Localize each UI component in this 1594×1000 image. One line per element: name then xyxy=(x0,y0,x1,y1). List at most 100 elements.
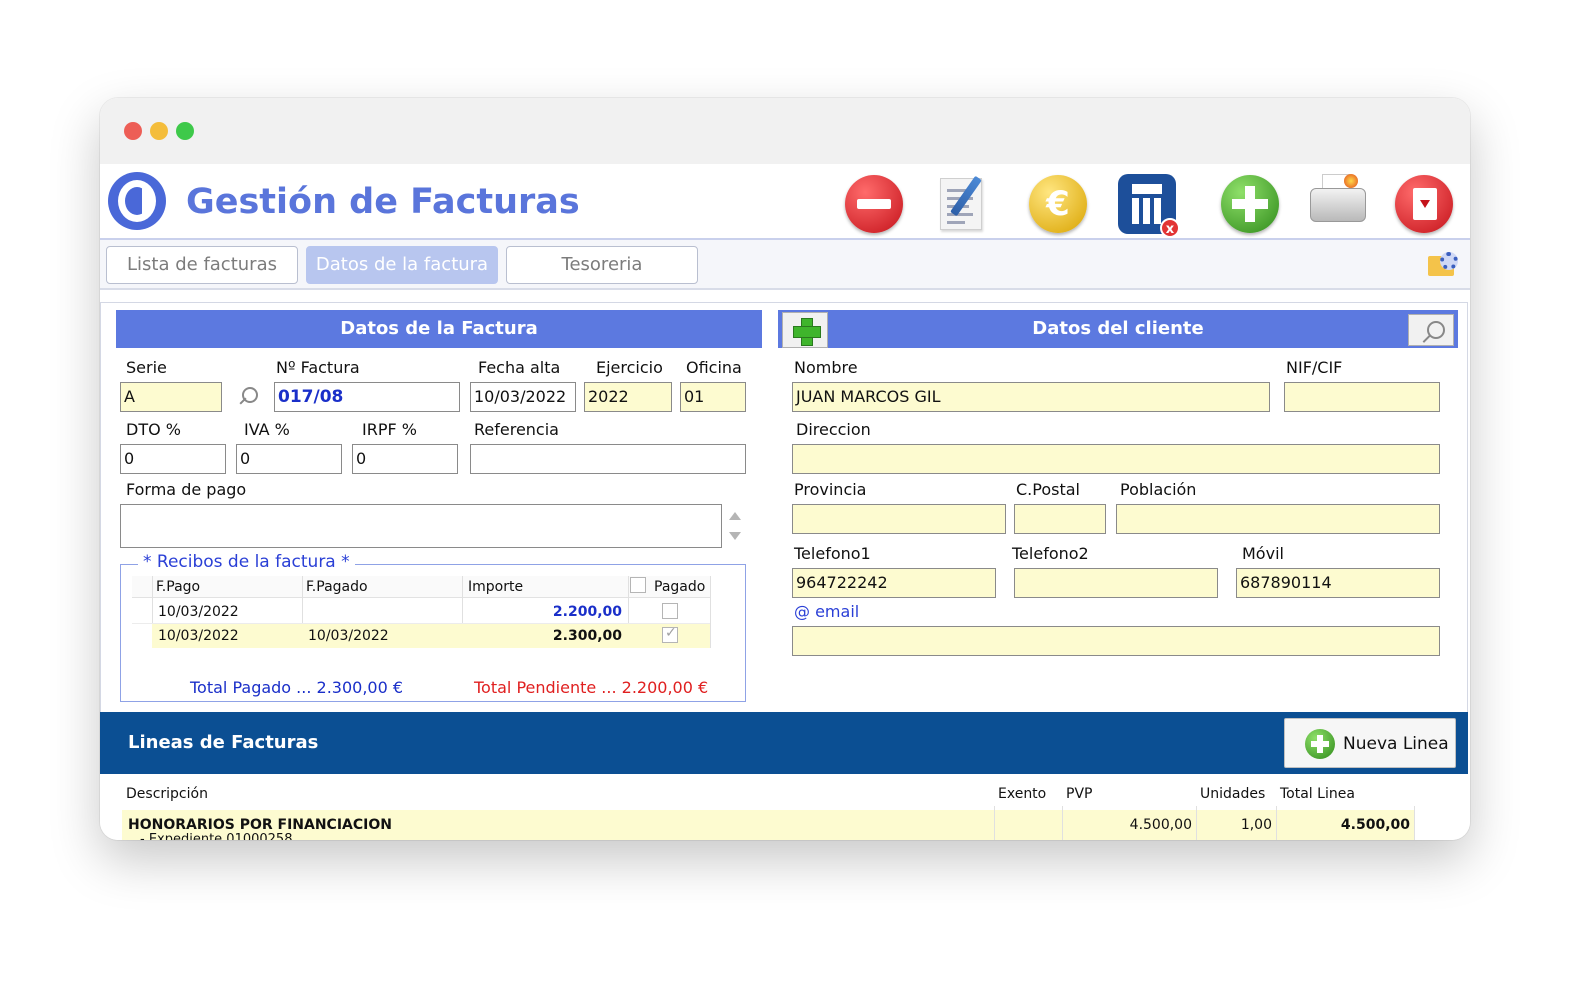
scroll-up-icon xyxy=(729,512,741,520)
ejercicio-label: Ejercicio xyxy=(596,358,663,377)
print-button[interactable] xyxy=(1306,172,1370,236)
col-importe: Importe xyxy=(468,579,524,595)
tab-tesoreria[interactable]: Tesoreria xyxy=(506,246,698,284)
dto-label: DTO % xyxy=(126,420,181,439)
euro-icon: € xyxy=(1029,175,1087,233)
calculator-button[interactable]: x xyxy=(1116,172,1180,238)
tab-bar: Lista de facturas Datos de la factura Te… xyxy=(100,240,1470,290)
nombre-label: Nombre xyxy=(794,358,858,377)
edit-document-icon xyxy=(932,172,996,236)
num-factura-field[interactable]: 017/08 xyxy=(274,382,460,412)
col-f-pagado: F.Pagado xyxy=(306,579,368,595)
cliente-section-header: Datos del cliente xyxy=(778,310,1458,348)
recibo-f-pago: 10/03/2022 xyxy=(158,604,239,620)
cpostal-label: C.Postal xyxy=(1016,480,1080,499)
col-unidades: Unidades xyxy=(1200,786,1266,802)
oficina-label: Oficina xyxy=(686,358,742,377)
settings-folder-icon[interactable] xyxy=(1428,252,1458,278)
num-factura-label: Nº Factura xyxy=(276,358,360,377)
movil-field[interactable]: 687890114 xyxy=(1236,568,1440,598)
maximize-window-button[interactable] xyxy=(176,122,194,140)
search-client-button[interactable] xyxy=(1408,314,1454,346)
serie-field[interactable]: A xyxy=(120,382,222,412)
email-field[interactable] xyxy=(792,626,1440,656)
nif-label: NIF/CIF xyxy=(1286,358,1343,377)
new-invoice-button[interactable] xyxy=(1218,172,1282,236)
pdf-icon xyxy=(1395,175,1453,233)
serie-label: Serie xyxy=(126,358,167,377)
iva-label: IVA % xyxy=(244,420,290,439)
nueva-linea-label: Nueva Linea xyxy=(1343,734,1449,754)
app-window: Gestión de Facturas € x Lista de factura… xyxy=(100,98,1470,840)
tab-lista-facturas[interactable]: Lista de facturas xyxy=(106,246,298,284)
total-pagado: Total Pagado ... 2.300,00 € xyxy=(190,678,404,697)
telefono2-field[interactable] xyxy=(1014,568,1218,598)
recibo-pagado-checkbox[interactable] xyxy=(662,603,678,619)
linea-pvp: 4.500,00 xyxy=(1129,817,1192,833)
recibo-pagado-checkbox[interactable] xyxy=(662,625,678,643)
delete-invoice-button[interactable] xyxy=(842,172,906,236)
scroll-down-icon xyxy=(729,532,741,540)
oficina-field[interactable]: 01 xyxy=(680,382,746,412)
add-client-button[interactable] xyxy=(782,312,828,348)
col-descripcion: Descripción xyxy=(126,786,208,802)
fecha-alta-field[interactable]: 10/03/2022 xyxy=(470,382,576,412)
email-label: @ email xyxy=(794,602,860,621)
total-pendiente: Total Pendiente ... 2.200,00 € xyxy=(474,678,709,697)
edit-invoice-button[interactable] xyxy=(932,172,996,236)
close-window-button[interactable] xyxy=(124,122,142,140)
tab-datos-factura[interactable]: Datos de la factura xyxy=(306,246,498,284)
recibo-f-pago: 10/03/2022 xyxy=(158,628,239,644)
app-header: Gestión de Facturas € x xyxy=(100,164,1470,240)
app-title: Gestión de Facturas xyxy=(186,182,580,222)
forma-pago-field[interactable] xyxy=(120,504,722,548)
telefono1-field[interactable]: 964722242 xyxy=(792,568,996,598)
referencia-label: Referencia xyxy=(474,420,559,439)
minus-icon xyxy=(845,175,903,233)
pagado-all-checkbox[interactable] xyxy=(630,577,646,593)
forma-pago-scrollbar[interactable] xyxy=(724,504,744,548)
recibo-importe: 2.300,00 xyxy=(552,628,622,644)
provincia-field[interactable] xyxy=(792,504,1006,534)
calculator-icon: x xyxy=(1118,174,1180,238)
linea-unidades: 1,00 xyxy=(1240,817,1272,833)
minimize-window-button[interactable] xyxy=(150,122,168,140)
recibo-importe: 2.200,00 xyxy=(552,604,622,620)
irpf-label: IRPF % xyxy=(362,420,417,439)
lineas-title: Lineas de Facturas xyxy=(128,732,319,753)
printer-icon xyxy=(1306,172,1370,236)
app-logo-icon xyxy=(108,172,166,230)
telefono1-label: Telefono1 xyxy=(794,544,871,563)
recibos-header xyxy=(132,576,710,598)
col-f-pago: F.Pago xyxy=(156,579,201,595)
nombre-field[interactable]: JUAN MARCOS GIL xyxy=(792,382,1270,412)
direccion-label: Direccion xyxy=(796,420,871,439)
telefono2-label: Telefono2 xyxy=(1012,544,1089,563)
recibo-f-pagado: 10/03/2022 xyxy=(308,628,389,644)
recibos-legend: * Recibos de la factura * xyxy=(138,552,355,572)
search-icon[interactable] xyxy=(236,386,258,408)
irpf-field[interactable]: 0 xyxy=(352,444,458,474)
cpostal-field[interactable] xyxy=(1014,504,1106,534)
plus-icon xyxy=(1221,175,1279,233)
col-pvp: PVP xyxy=(1066,786,1093,802)
window-titlebar xyxy=(100,98,1470,164)
poblacion-field[interactable] xyxy=(1116,504,1440,534)
nueva-linea-button[interactable]: Nueva Linea xyxy=(1284,718,1456,768)
col-total-linea: Total Linea xyxy=(1280,786,1355,802)
plus-icon xyxy=(1305,729,1335,759)
nif-field[interactable] xyxy=(1284,382,1440,412)
forma-pago-label: Forma de pago xyxy=(126,480,247,499)
export-pdf-button[interactable] xyxy=(1392,172,1456,236)
poblacion-label: Población xyxy=(1120,480,1197,499)
ejercicio-field[interactable]: 2022 xyxy=(584,382,672,412)
stage: Gestión de Facturas € x Lista de factura… xyxy=(0,0,1594,1000)
factura-section-header: Datos de la Factura xyxy=(116,310,762,348)
linea-total: 4.500,00 xyxy=(1340,817,1410,833)
direccion-field[interactable] xyxy=(792,444,1440,474)
iva-field[interactable]: 0 xyxy=(236,444,342,474)
col-pagado: Pagado xyxy=(654,579,706,595)
payment-button[interactable]: € xyxy=(1026,172,1090,236)
referencia-field[interactable] xyxy=(470,444,746,474)
dto-field[interactable]: 0 xyxy=(120,444,226,474)
